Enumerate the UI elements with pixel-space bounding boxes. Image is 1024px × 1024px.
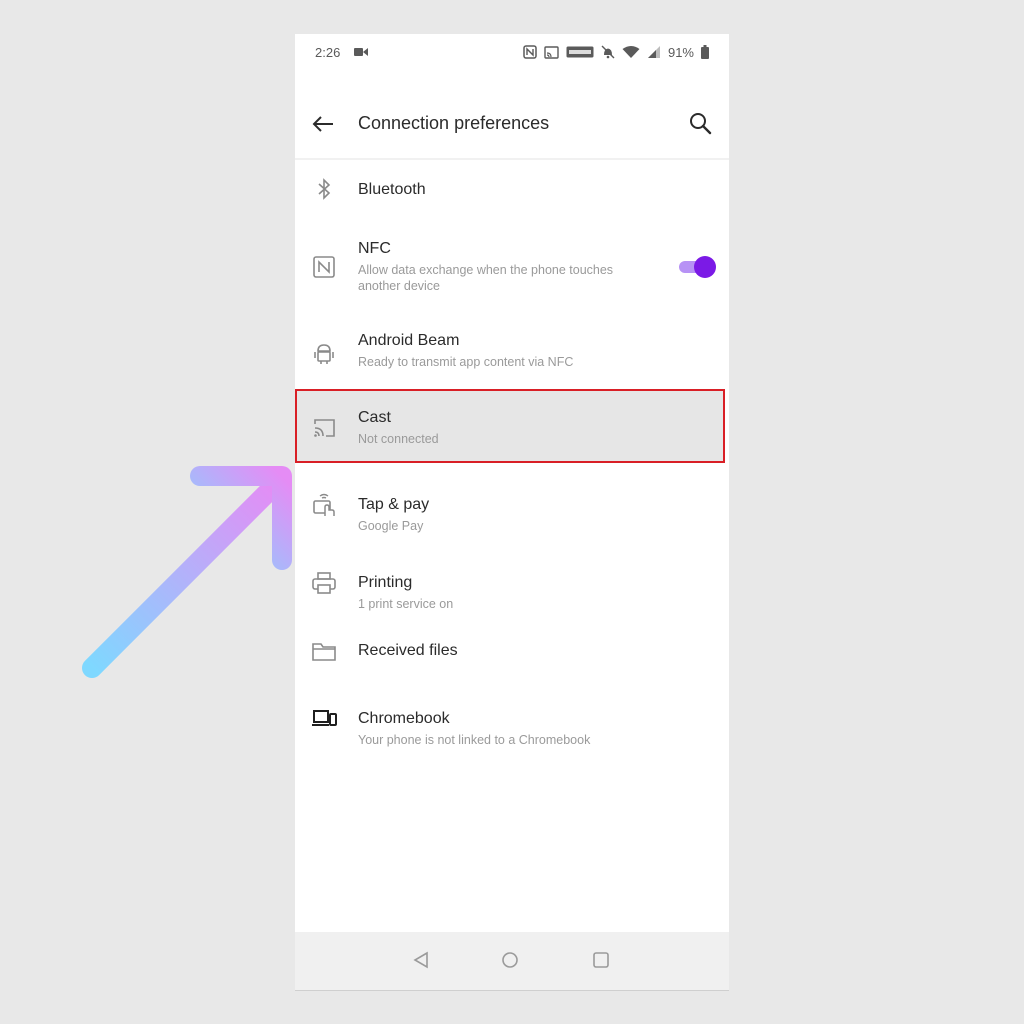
item-subtitle: Ready to transmit app content via NFC [358,355,574,369]
list-item-chromebook[interactable]: Chromebook Your phone is not linked to a… [295,698,729,748]
arrow-left-icon[interactable] [309,110,337,138]
navigation-bar [295,932,729,990]
nfc-icon [313,256,335,278]
item-subtitle: Your phone is not linked to a Chromebook [358,733,591,747]
list-item-bluetooth[interactable]: Bluetooth [295,164,729,214]
item-title: Received files [358,642,458,659]
recents-square-icon[interactable] [589,948,613,972]
item-title: Bluetooth [358,181,426,198]
item-title: Chromebook [358,710,450,727]
phone-screen: 2:26 91% Connection preferences Bluetoot… [295,34,729,991]
cast-icon [314,419,335,437]
list-item-tap-pay[interactable]: Tap & pay Google Pay [295,482,729,533]
item-title: Printing [358,574,413,591]
wifi-icon [622,46,640,58]
list-item-printing[interactable]: Printing 1 print service on [295,560,729,611]
android-icon [314,344,334,364]
item-subtitle: Not connected [358,432,439,446]
chromebook-icon [312,710,337,726]
bluetooth-icon [318,178,331,200]
bell-off-icon [601,45,615,59]
app-bar: Connection preferences [295,96,729,156]
item-title: Android Beam [358,332,460,349]
cast-status-icon [544,45,559,59]
list-item-android-beam[interactable]: Android Beam Ready to transmit app conte… [295,326,729,376]
printer-icon [312,572,336,594]
tap-pay-icon [313,493,335,516]
item-title: NFC [358,240,391,257]
folder-icon [312,643,336,661]
signal-icon [647,46,660,58]
toggle-thumb [694,256,716,278]
status-time: 2:26 [315,45,341,60]
nfc-status-icon [523,45,537,59]
page-title: Connection preferences [358,113,550,133]
battery-percent: 91% [667,44,694,60]
nfc-toggle[interactable] [677,255,717,278]
search-icon[interactable] [687,110,715,138]
home-circle-icon[interactable] [498,948,522,972]
video-camera-icon [354,48,368,56]
item-subtitle: Allow data exchange when the phone touch… [358,263,614,293]
status-icons: 91% [523,43,709,61]
status-bar: 2:26 91% [295,34,729,72]
list-item-nfc[interactable]: NFC Allow data exchange when the phone t… [295,234,729,304]
list-item-received-files[interactable]: Received files [295,634,729,670]
list-item-cast[interactable]: Cast Not connected [295,391,729,461]
item-title: Tap & pay [358,496,430,513]
volte-icon [566,46,594,58]
header-divider [295,158,729,160]
item-subtitle: 1 print service on [358,597,454,611]
item-subtitle: Google Pay [358,519,424,533]
back-triangle-icon[interactable] [409,948,433,972]
pointer-arrow-annotation [82,466,292,678]
item-title: Cast [358,409,391,426]
battery-icon [701,45,709,59]
